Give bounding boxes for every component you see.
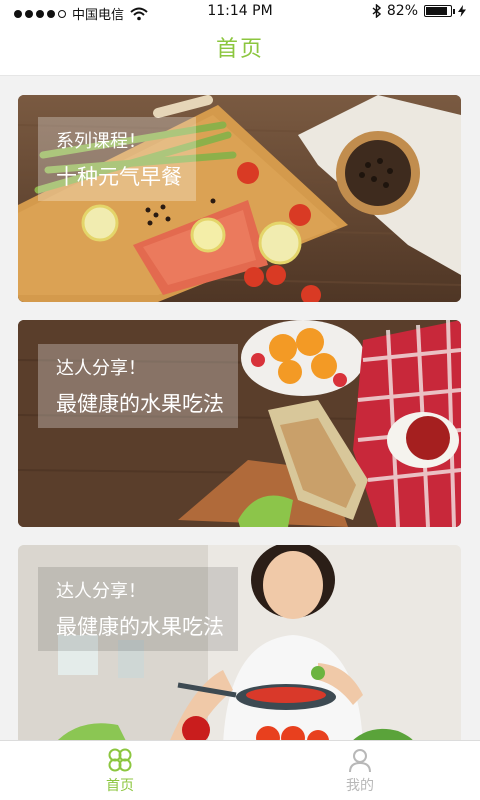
tab-home-label: 首页 (106, 777, 134, 794)
user-icon (349, 748, 371, 772)
card-caption: 系列课程！ 十种元气早餐 (38, 117, 196, 201)
status-bar: 中国电信 11:14 PM 82% (0, 0, 480, 24)
battery-percent: 82% (386, 3, 418, 19)
clover-icon (108, 748, 132, 771)
card-caption: 达人分享！ 最健康的水果吃法 (38, 567, 238, 651)
card-subtitle: 达人分享！ (56, 358, 146, 379)
charging-icon (458, 5, 466, 17)
card-title: 最健康的水果吃法 (56, 392, 224, 416)
bottom-tab-bar: 首页 我的 (0, 740, 480, 800)
card-subtitle: 系列课程！ (56, 131, 146, 152)
card-subtitle: 达人分享！ (56, 581, 146, 602)
tab-profile-label: 我的 (346, 777, 374, 794)
card-title: 最健康的水果吃法 (56, 615, 224, 639)
share-card-fruit[interactable]: 达人分享！ 最健康的水果吃法 (18, 320, 461, 527)
bluetooth-icon (372, 4, 381, 18)
share-card-salad[interactable]: 达人分享！ 最健康的水果吃法 (18, 545, 461, 745)
card-title: 十种元气早餐 (56, 165, 182, 189)
card-caption: 达人分享！ 最健康的水果吃法 (38, 344, 238, 428)
status-right: 82% (372, 3, 466, 19)
page-title: 首页 (215, 37, 264, 62)
nav-header: 首页 (0, 24, 480, 76)
battery-icon (424, 5, 455, 17)
tab-profile[interactable]: 我的 (240, 741, 480, 800)
course-card-breakfast[interactable]: 系列课程！ 十种元气早餐 (18, 95, 461, 302)
tab-home[interactable]: 首页 (0, 741, 240, 800)
